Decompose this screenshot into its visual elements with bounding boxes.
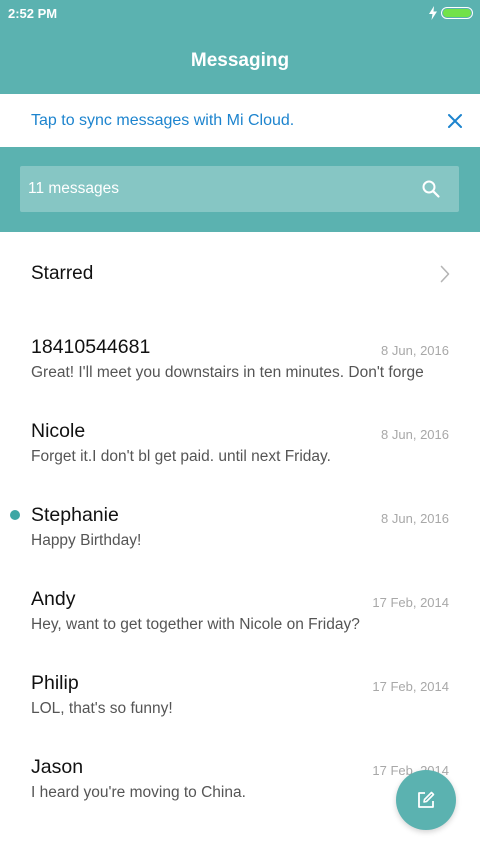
message-sender: Nicole <box>31 420 86 442</box>
message-sender: 18410544681 <box>31 336 151 358</box>
search-placeholder: 11 messages <box>28 180 120 197</box>
compose-icon <box>418 791 435 808</box>
app-bar: Messaging <box>0 28 480 94</box>
message-sender: Jason <box>31 756 84 778</box>
message-date: 8 Jun, 2016 <box>381 511 449 526</box>
search-icon[interactable] <box>421 179 441 199</box>
starred-row[interactable]: Starred <box>0 232 480 316</box>
message-date: 17 Feb, 2014 <box>372 595 449 610</box>
message-preview: Happy Birthday! <box>31 532 142 549</box>
message-item[interactable]: Stephanie 8 Jun, 2016 Happy Birthday! <box>0 484 480 568</box>
chevron-right-icon <box>440 265 450 283</box>
sync-banner[interactable]: Tap to sync messages with Mi Cloud. <box>0 94 480 147</box>
message-date: 8 Jun, 2016 <box>381 343 449 358</box>
message-sender: Philip <box>31 672 79 694</box>
message-preview: Hey, want to get together with Nicole on… <box>31 616 360 633</box>
message-preview: Forget it.I don't bl get paid. until nex… <box>31 448 331 465</box>
status-time: 2:52 PM <box>8 6 58 21</box>
message-list: 18410544681 8 Jun, 2016 Great! I'll meet… <box>0 316 480 820</box>
app-title: Messaging <box>190 50 290 71</box>
unread-dot <box>10 510 20 520</box>
search-input[interactable]: 11 messages <box>20 166 459 212</box>
message-date: 8 Jun, 2016 <box>381 427 449 442</box>
message-preview: I heard you're moving to China. <box>31 784 246 801</box>
starred-label: Starred <box>31 263 94 284</box>
status-bar: 2:52 PM <box>0 0 480 28</box>
battery-icon <box>441 7 473 19</box>
close-icon[interactable] <box>446 112 464 130</box>
message-preview: Great! I'll meet you downstairs in ten m… <box>31 364 424 381</box>
message-item[interactable]: 18410544681 8 Jun, 2016 Great! I'll meet… <box>0 316 480 400</box>
status-indicators <box>428 6 473 20</box>
search-area: 11 messages <box>0 147 480 232</box>
message-date: 17 Feb, 2014 <box>372 679 449 694</box>
battery-fill <box>443 9 471 17</box>
message-item[interactable]: Philip 17 Feb, 2014 LOL, that's so funny… <box>0 652 480 736</box>
compose-button[interactable] <box>396 770 456 830</box>
message-preview: LOL, that's so funny! <box>31 700 173 717</box>
message-sender: Stephanie <box>31 504 119 526</box>
sync-banner-text[interactable]: Tap to sync messages with Mi Cloud. <box>31 112 294 130</box>
bolt-icon <box>429 6 437 20</box>
message-item[interactable]: Nicole 8 Jun, 2016 Forget it.I don't bl … <box>0 400 480 484</box>
message-item[interactable]: Andy 17 Feb, 2014 Hey, want to get toget… <box>0 568 480 652</box>
message-sender: Andy <box>31 588 76 610</box>
